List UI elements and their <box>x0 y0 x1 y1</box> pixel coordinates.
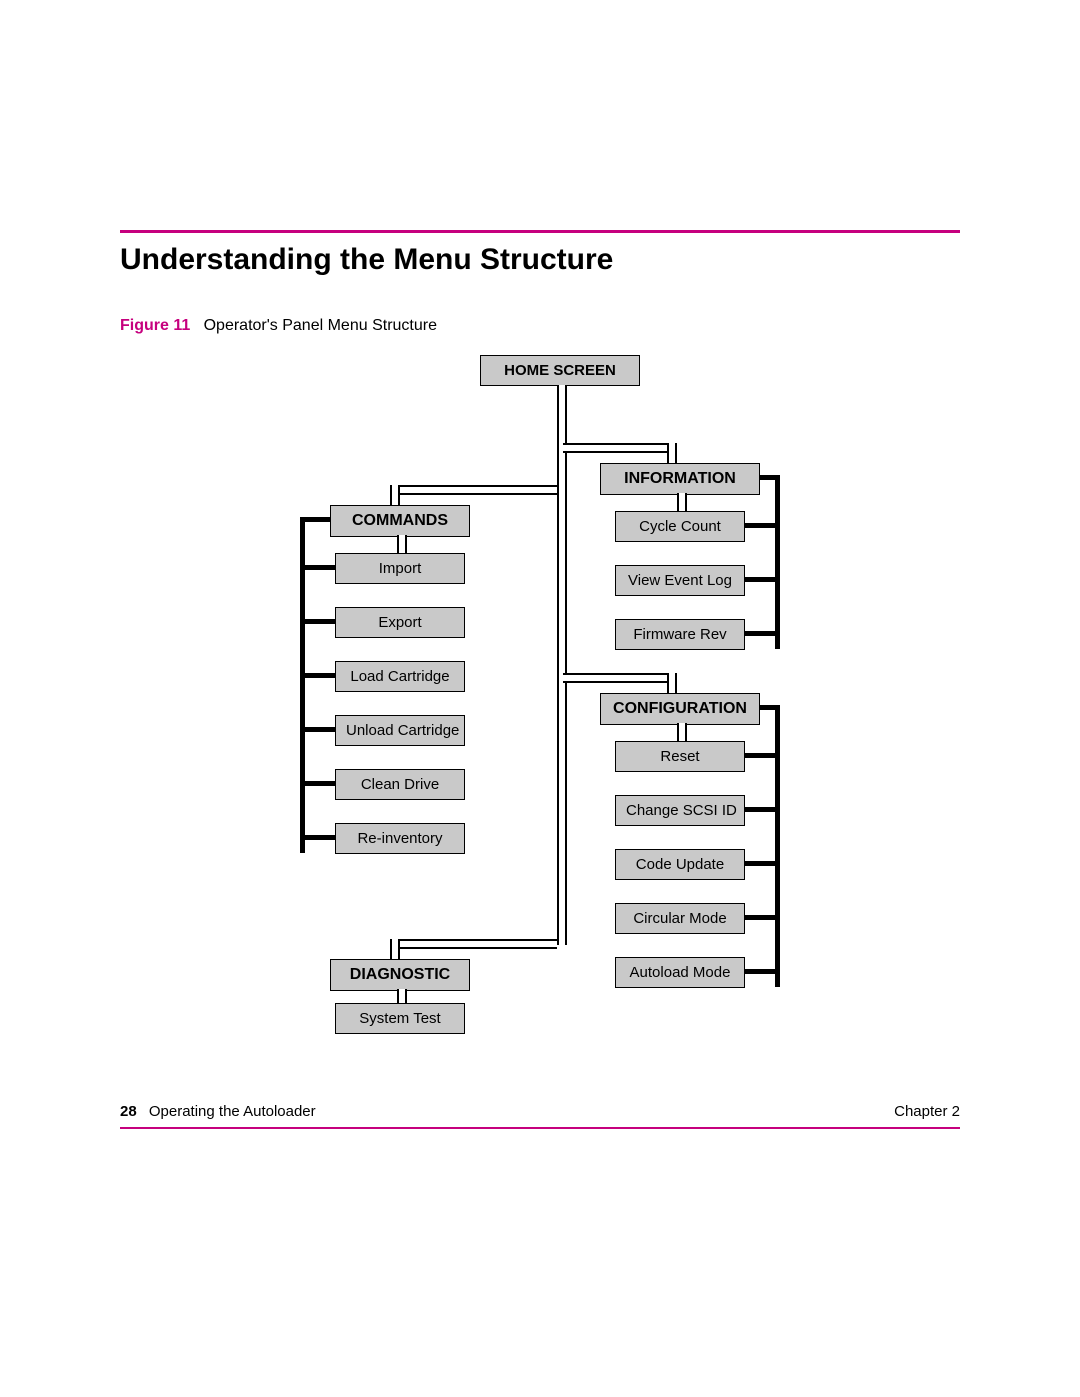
section-title: Understanding the Menu Structure <box>120 243 960 277</box>
menu-configuration-item: Code Update <box>615 849 745 880</box>
menu-commands-item: Import <box>335 553 465 584</box>
menu-commands-item: Clean Drive <box>335 769 465 800</box>
menu-information-item: View Event Log <box>615 565 745 596</box>
footer-page-number: 28 <box>120 1103 137 1120</box>
footer-section: Operating the Autoloader <box>149 1103 316 1120</box>
menu-information: INFORMATION <box>600 463 760 495</box>
menu-configuration-item: Reset <box>615 741 745 772</box>
footer-chapter: Chapter 2 <box>894 1103 960 1120</box>
menu-information-item: Cycle Count <box>615 511 745 542</box>
menu-commands-item: Export <box>335 607 465 638</box>
menu-configuration: CONFIGURATION <box>600 693 760 725</box>
menu-root: HOME SCREEN <box>480 355 640 386</box>
menu-commands-item: Load Cartridge <box>335 661 465 692</box>
page-footer: 28 Operating the Autoloader Chapter 2 <box>120 1095 960 1128</box>
menu-structure-diagram: HOME SCREEN INFORMATION Cycle Count View… <box>190 355 890 1055</box>
menu-diagnostic: DIAGNOSTIC <box>330 959 470 991</box>
menu-diagnostic-item: System Test <box>335 1003 465 1034</box>
figure-caption: Figure 11 Operator's Panel Menu Structur… <box>120 317 960 335</box>
menu-configuration-item: Autoload Mode <box>615 957 745 988</box>
menu-information-item: Firmware Rev <box>615 619 745 650</box>
menu-commands-item: Re-inventory <box>335 823 465 854</box>
menu-configuration-item: Change SCSI ID <box>615 795 745 826</box>
figure-caption-text: Operator's Panel Menu Structure <box>204 317 437 334</box>
menu-commands: COMMANDS <box>330 505 470 537</box>
figure-number: Figure 11 <box>120 317 190 334</box>
menu-configuration-item: Circular Mode <box>615 903 745 934</box>
menu-commands-item: Unload Cartridge <box>335 715 465 746</box>
